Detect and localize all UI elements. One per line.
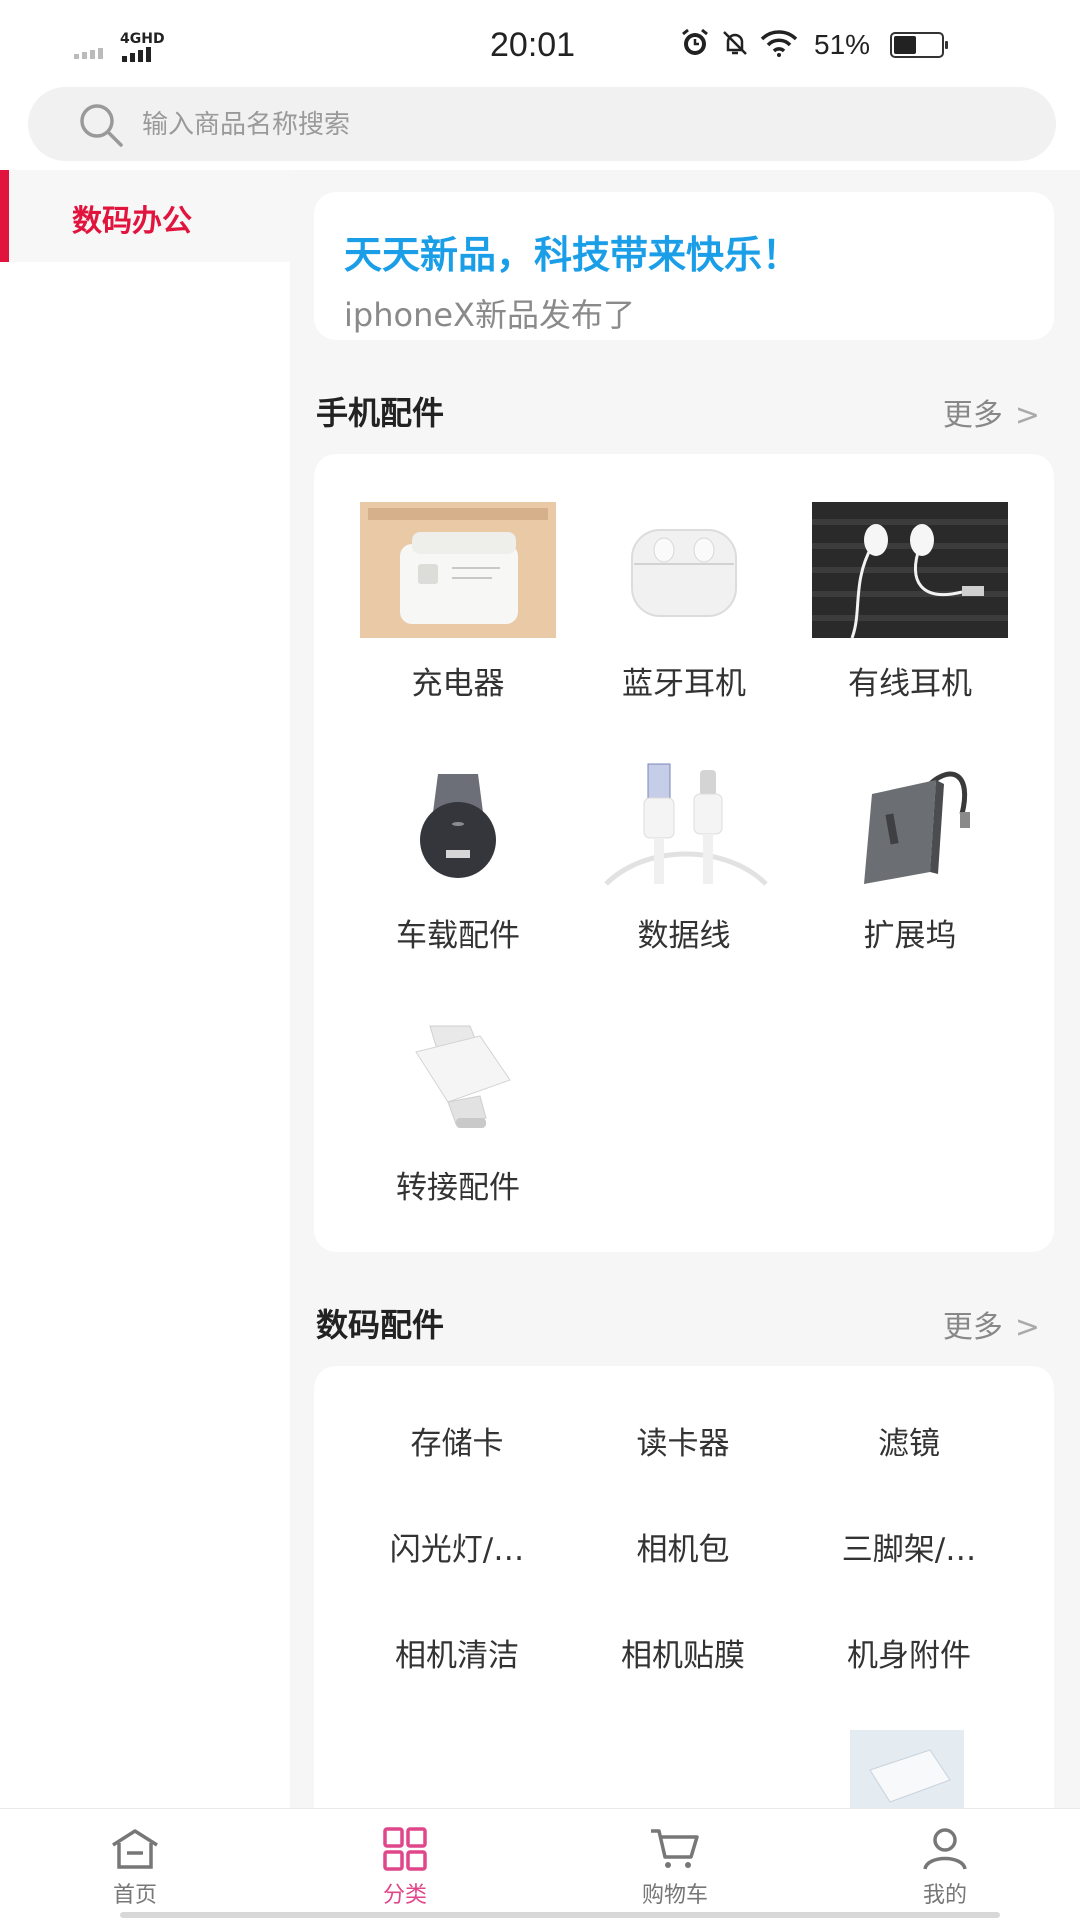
banner-subtitle: iphoneX新品发布了 — [344, 296, 635, 334]
signal-strength-icon — [122, 46, 166, 66]
signal-icon — [74, 34, 118, 64]
status-icons: 51% — [680, 28, 949, 62]
usb-hub-image — [812, 754, 1008, 890]
gesture-bar — [120, 1912, 1000, 1918]
category-item-otg-adapter[interactable]: 转接配件 — [348, 1006, 568, 1207]
tab-label: 购物车 — [641, 1883, 708, 1908]
status-bar: 4GHD 20:01 51% — [0, 0, 1080, 88]
category-item-camera-bag[interactable]: 相机包 — [570, 1524, 796, 1569]
wifi-icon — [760, 29, 798, 61]
alarm-icon — [680, 28, 710, 62]
section-header-phone-accessories: 手机配件 更多 > — [316, 382, 1056, 434]
category-item-tripod[interactable]: 三脚架/… — [796, 1524, 1022, 1569]
sidebar-item-label: 数码办公 — [72, 204, 192, 239]
category-item-filter[interactable]: 滤镜 — [796, 1418, 1022, 1463]
promo-banner[interactable]: 天天新品，科技带来快乐！ iphoneX新品发布了 — [314, 192, 1054, 340]
clock: 20:01 — [490, 26, 576, 64]
category-item-label: 转接配件 — [396, 1170, 520, 1206]
tab-profile[interactable]: 我的 — [810, 1809, 1080, 1921]
otg-adapter-image — [360, 1006, 556, 1142]
search-icon — [80, 104, 123, 147]
category-item-bluetooth-earbuds[interactable]: 蓝牙耳机 — [574, 502, 794, 703]
usb-cable-image — [586, 754, 782, 890]
bottom-nav: 首页 分类 购物车 我的 — [0, 1808, 1080, 1921]
home-icon — [112, 1829, 158, 1869]
bluetooth-earbuds-image — [586, 502, 782, 638]
category-item-usb-hub[interactable]: 扩展坞 — [800, 754, 1020, 955]
user-icon — [923, 1828, 967, 1870]
category-item-car-charger[interactable]: 车载配件 — [348, 754, 568, 955]
charger-image — [360, 502, 556, 638]
category-item-label: 充电器 — [411, 666, 505, 702]
cart-icon — [651, 1829, 699, 1868]
category-content: 天天新品，科技带来快乐！ iphoneX新品发布了 手机配件 更多 > 充电器 … — [290, 170, 1080, 1810]
phone-accessories-card: 充电器 蓝牙耳机 有线耳机 车载配件 数据线 扩展坞 转接配件 — [314, 454, 1054, 1252]
product-thumbnail[interactable] — [850, 1730, 964, 1810]
category-item-body-accessories[interactable]: 机身附件 — [796, 1630, 1022, 1675]
digital-accessories-card: 存储卡 读卡器 滤镜 闪光灯/… 相机包 三脚架/… 相机清洁 相机贴膜 机身附… — [314, 1366, 1054, 1810]
category-item-flash[interactable]: 闪光灯/… — [344, 1524, 570, 1569]
search-input[interactable] — [140, 97, 1024, 153]
mute-bell-icon — [720, 28, 750, 62]
category-sidebar: 数码办公 — [0, 170, 290, 1810]
category-item-memory-card[interactable]: 存储卡 — [344, 1418, 570, 1463]
tab-label: 我的 — [922, 1883, 967, 1908]
section-title: 手机配件 — [316, 394, 445, 432]
more-label: 更多 — [942, 398, 1003, 433]
tab-home[interactable]: 首页 — [0, 1809, 270, 1921]
category-item-label: 蓝牙耳机 — [622, 666, 746, 702]
section-header-digital-accessories: 数码配件 更多 > — [316, 1294, 1056, 1346]
section-title: 数码配件 — [316, 1306, 445, 1344]
category-item-camera-film[interactable]: 相机贴膜 — [570, 1630, 796, 1675]
category-grid-icon — [383, 1827, 427, 1871]
battery-icon — [890, 32, 949, 58]
wired-earphones-image — [812, 502, 1008, 638]
more-link[interactable]: 更多 > — [943, 390, 1040, 434]
tab-label: 分类 — [382, 1883, 427, 1908]
battery-percent: 51% — [814, 29, 871, 60]
category-item-label: 数据线 — [637, 918, 731, 954]
more-link[interactable]: 更多 > — [943, 1302, 1040, 1346]
category-item-label: 扩展坞 — [863, 918, 957, 954]
sidebar-item-digital-office[interactable]: 数码办公 — [0, 170, 290, 262]
tab-category[interactable]: 分类 — [270, 1809, 540, 1921]
category-item-usb-cable[interactable]: 数据线 — [574, 754, 794, 955]
car-charger-image — [360, 754, 556, 890]
category-item-camera-cleaning[interactable]: 相机清洁 — [344, 1630, 570, 1675]
chevron-right-icon: > — [1014, 1310, 1040, 1345]
tab-label: 首页 — [112, 1883, 157, 1908]
chevron-right-icon: > — [1014, 398, 1040, 433]
banner-title: 天天新品，科技带来快乐！ — [344, 233, 801, 277]
search-bar[interactable] — [28, 87, 1056, 161]
category-item-label: 有线耳机 — [848, 666, 972, 702]
network-type: 4GHD — [120, 31, 165, 47]
category-item-charger[interactable]: 充电器 — [348, 502, 568, 703]
more-label: 更多 — [942, 1310, 1003, 1345]
tab-cart[interactable]: 购物车 — [540, 1809, 810, 1921]
battery-level — [894, 36, 917, 54]
category-item-label: 车载配件 — [396, 918, 520, 954]
active-indicator — [0, 170, 9, 262]
category-item-wired-earphones[interactable]: 有线耳机 — [800, 502, 1020, 703]
category-item-card-reader[interactable]: 读卡器 — [570, 1418, 796, 1463]
